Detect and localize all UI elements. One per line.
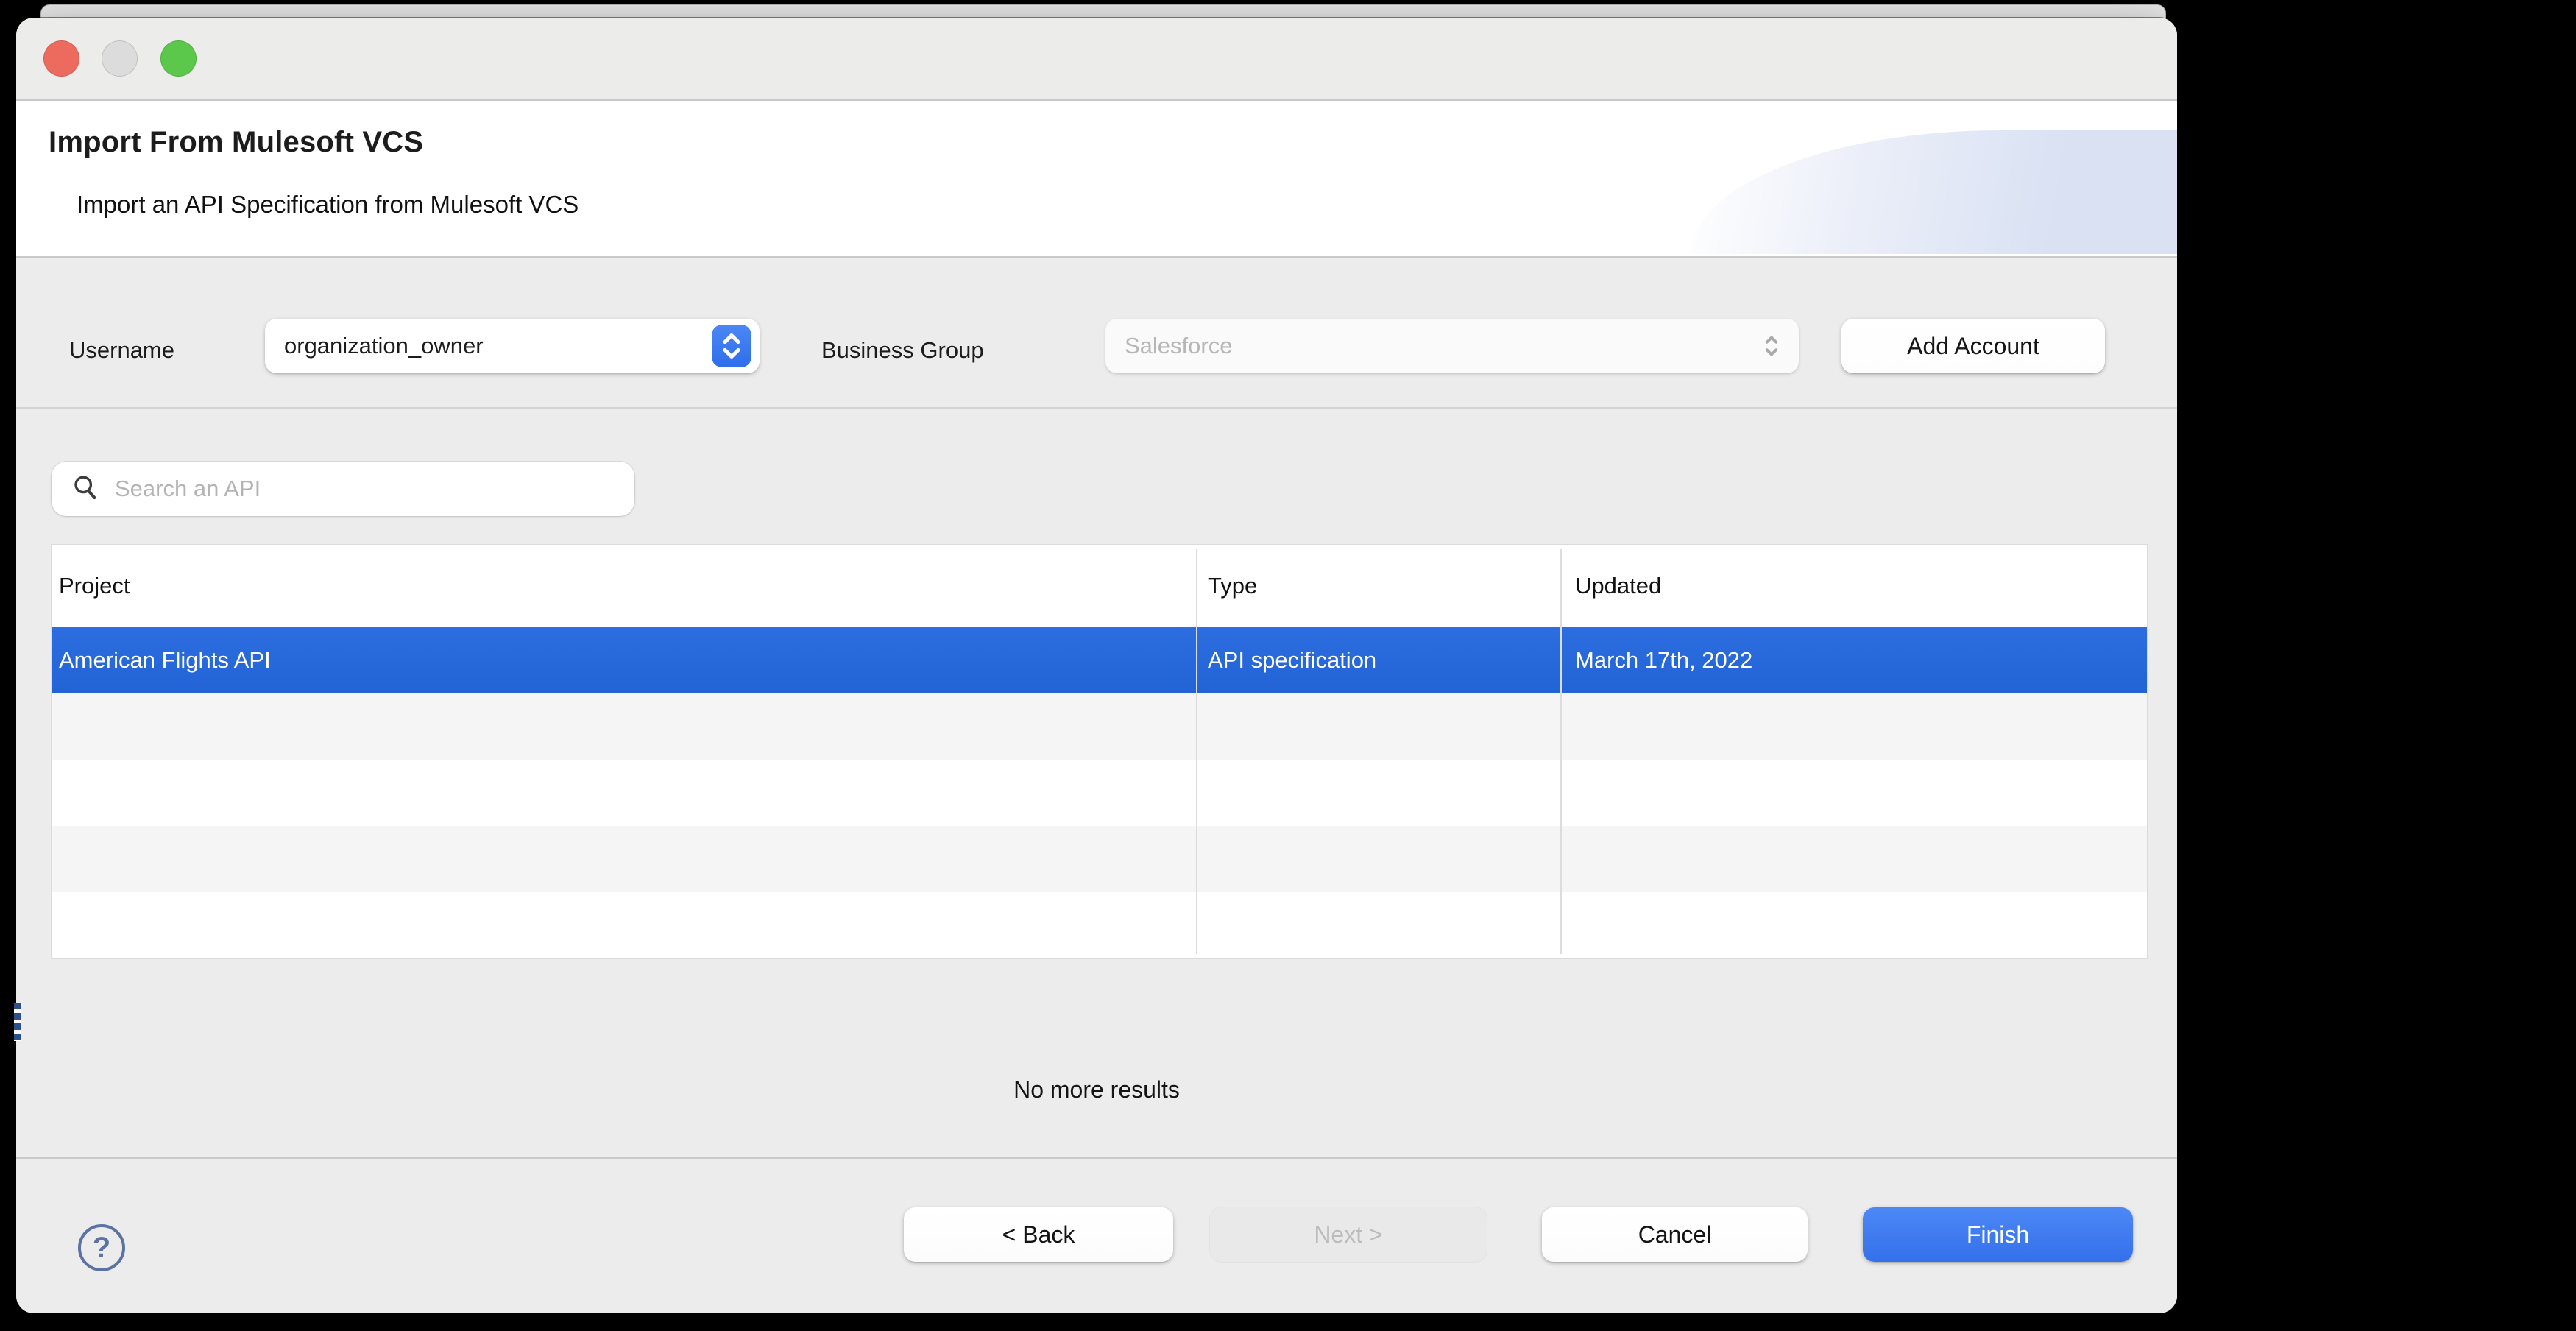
help-button[interactable]: ? [78, 1224, 125, 1271]
select-arrows-icon [712, 325, 751, 367]
column-header-updated[interactable]: Updated [1575, 545, 1661, 627]
section-divider [16, 407, 2177, 409]
background-window-icon [14, 1003, 21, 1041]
wizard-header: Import From Mulesoft VCS Import an API S… [16, 101, 2177, 258]
back-button[interactable]: < Back [904, 1207, 1173, 1262]
add-account-button[interactable]: Add Account [1841, 319, 2105, 373]
search-box[interactable] [52, 462, 634, 516]
header-decoration [1691, 130, 2177, 254]
search-input[interactable] [113, 475, 558, 503]
business-group-selected-value: Salesforce [1125, 333, 1233, 359]
api-table: Project Type Updated American Flights AP… [52, 545, 2147, 958]
zoom-window-button[interactable] [160, 40, 197, 77]
table-header-row: Project Type Updated [52, 545, 2147, 627]
finish-button[interactable]: Finish [1863, 1207, 2133, 1262]
add-account-label: Add Account [1907, 332, 2039, 359]
page-title: Import From Mulesoft VCS [49, 126, 424, 158]
table-row-empty [52, 760, 2147, 826]
close-window-button[interactable] [43, 40, 79, 77]
cell-project: American Flights API [59, 647, 271, 673]
help-icon: ? [92, 1231, 111, 1264]
select-arrows-disabled-icon [1762, 331, 1781, 367]
status-text: No more results [1013, 1076, 1180, 1103]
column-header-type[interactable]: Type [1208, 545, 1257, 627]
username-select[interactable]: organization_owner [265, 319, 760, 373]
cancel-button[interactable]: Cancel [1542, 1207, 1808, 1262]
minimize-window-button[interactable] [102, 40, 138, 77]
page-subtitle: Import an API Specification from Mulesof… [77, 191, 579, 218]
column-header-project[interactable]: Project [59, 545, 130, 627]
column-divider[interactable] [1560, 549, 1562, 954]
username-selected-value: organization_owner [284, 333, 484, 359]
button-bar: ? < Back Next > Cancel Finish [16, 1157, 2177, 1313]
search-icon [71, 473, 100, 506]
username-label: Username [69, 337, 174, 363]
cell-updated: March 17th, 2022 [1575, 647, 1753, 673]
title-bar[interactable] [16, 18, 2177, 101]
column-divider[interactable] [1196, 549, 1197, 954]
table-row-empty [52, 826, 2147, 892]
table-row-empty [52, 892, 2147, 958]
next-button: Next > [1210, 1207, 1487, 1262]
table-row-selected[interactable]: American Flights API API specification M… [52, 627, 2147, 693]
import-wizard-dialog: Import From Mulesoft VCS Import an API S… [16, 18, 2177, 1313]
business-group-select: Salesforce [1105, 319, 1799, 373]
cell-type: API specification [1208, 647, 1377, 673]
business-group-label: Business Group [821, 337, 984, 363]
table-row-empty [52, 693, 2147, 760]
